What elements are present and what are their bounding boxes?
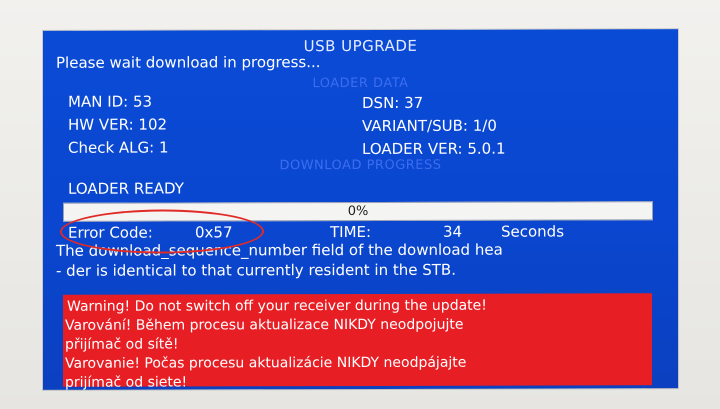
time-value: 34 bbox=[443, 222, 463, 241]
warning-box: Warning! Do not switch off your receiver… bbox=[63, 293, 652, 391]
variant-sub-field: VARIANT/SUB: 1/0 bbox=[362, 116, 497, 135]
warning-line-sk: Varovanie! Počas procesu aktualizácie NI… bbox=[65, 354, 467, 372]
tv-frame: USB UPGRADE Please wait download in prog… bbox=[0, 0, 720, 409]
check-alg-field: Check ALG: 1 bbox=[68, 138, 169, 157]
warning-line-sk-2: prijímač od siete! bbox=[65, 374, 188, 391]
hw-ver-field: HW VER: 102 bbox=[68, 115, 168, 134]
time-label: TIME: bbox=[330, 222, 372, 242]
loader-ver-field: LOADER VER: 5.0.1 bbox=[362, 139, 506, 158]
warning-line-en: Warning! Do not switch off your receiver… bbox=[67, 297, 487, 315]
time-unit: Seconds bbox=[501, 222, 565, 241]
loader-state: LOADER READY bbox=[68, 179, 184, 198]
man-id-field: MAN ID: 53 bbox=[68, 92, 153, 111]
status-line: Please wait download in progress... bbox=[56, 53, 321, 72]
warning-line-cz: Varování! Během procesu aktualizace NIKD… bbox=[65, 316, 464, 334]
loader-data-heading: LOADER DATA bbox=[312, 75, 409, 92]
upgrade-screen: USB UPGRADE Please wait download in prog… bbox=[43, 29, 678, 391]
dsn-field: DSN: 37 bbox=[362, 93, 424, 112]
warning-line-cz-2: přijímač od sítě! bbox=[65, 336, 179, 353]
error-message-line-2: - der is identical to that currently res… bbox=[56, 260, 456, 280]
download-progress-heading: DOWNLOAD PROGRESS bbox=[279, 157, 442, 174]
